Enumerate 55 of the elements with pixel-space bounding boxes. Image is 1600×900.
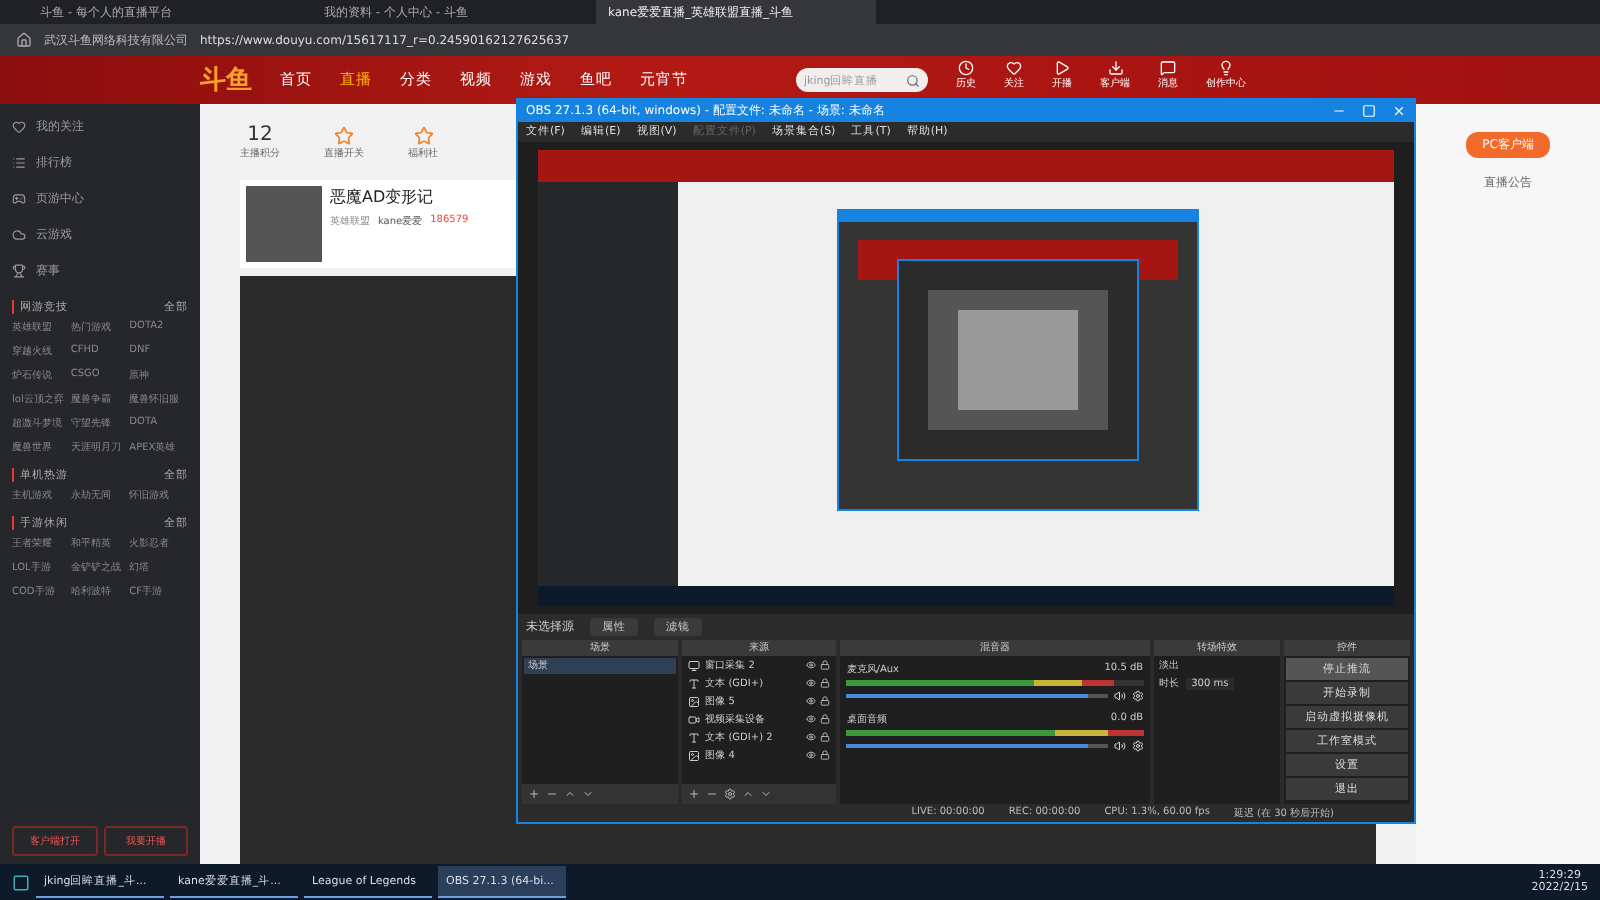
eye-icon[interactable]: [806, 696, 817, 707]
eye-icon[interactable]: [806, 660, 817, 671]
eye-icon[interactable]: [806, 732, 817, 743]
lock-icon[interactable]: [820, 678, 831, 689]
eye-icon[interactable]: [806, 714, 817, 725]
source-type-icon: [687, 677, 700, 690]
site-logo[interactable]: 斗鱼: [200, 62, 252, 98]
lock-icon[interactable]: [820, 660, 831, 671]
nav-action-icon[interactable]: [1160, 60, 1176, 76]
sidebar-icon: [12, 120, 26, 134]
source-type-icon: [687, 731, 700, 744]
settings-icon[interactable]: [1131, 739, 1144, 752]
home-icon[interactable]: [16, 32, 32, 48]
start-icon[interactable]: [12, 873, 30, 891]
source-type-icon: [687, 713, 700, 726]
stat-icon: [334, 125, 354, 145]
sidebar-icon: [12, 192, 26, 206]
maximize-icon[interactable]: [1362, 104, 1376, 119]
streamer-name: 恶魔AD变形记: [330, 186, 436, 208]
remove-icon[interactable]: [546, 787, 558, 800]
speaker-icon[interactable]: [1113, 739, 1126, 752]
up-icon[interactable]: [741, 787, 754, 800]
settings-icon[interactable]: [1131, 689, 1144, 702]
sidebar-icon: [12, 156, 26, 170]
nav-action-icon[interactable]: [1218, 60, 1234, 76]
source-type-icon: [687, 659, 700, 672]
settings-icon[interactable]: [723, 787, 736, 800]
sidebar-icon: [12, 228, 26, 242]
add-icon[interactable]: [687, 787, 700, 800]
eye-icon[interactable]: [806, 678, 817, 689]
lock-icon[interactable]: [820, 732, 831, 743]
nav-action-icon[interactable]: [1107, 60, 1123, 76]
speaker-icon[interactable]: [1113, 689, 1126, 702]
volume-slider[interactable]: [846, 743, 1108, 748]
source-type-icon: [687, 695, 700, 708]
lock-icon[interactable]: [820, 714, 831, 725]
stat-icon: [413, 125, 433, 145]
down-icon[interactable]: [582, 787, 594, 800]
search-icon: [906, 73, 920, 87]
add-icon[interactable]: [528, 787, 540, 800]
down-icon[interactable]: [759, 787, 772, 800]
lock-icon[interactable]: [820, 696, 831, 707]
remove-icon[interactable]: [705, 787, 718, 800]
avatar-placeholder: [246, 186, 322, 262]
source-type-icon: [687, 749, 700, 762]
nav-action-icon[interactable]: [1054, 60, 1070, 76]
sidebar-icon: [12, 264, 26, 278]
stat-value: 12: [247, 124, 273, 146]
nav-action-icon[interactable]: [1006, 60, 1022, 76]
volume-slider[interactable]: [846, 693, 1108, 698]
eye-icon[interactable]: [806, 750, 817, 761]
lock-icon[interactable]: [820, 750, 831, 761]
nav-action-icon[interactable]: [958, 60, 974, 76]
up-icon[interactable]: [564, 787, 576, 800]
close-icon[interactable]: [1392, 104, 1406, 119]
